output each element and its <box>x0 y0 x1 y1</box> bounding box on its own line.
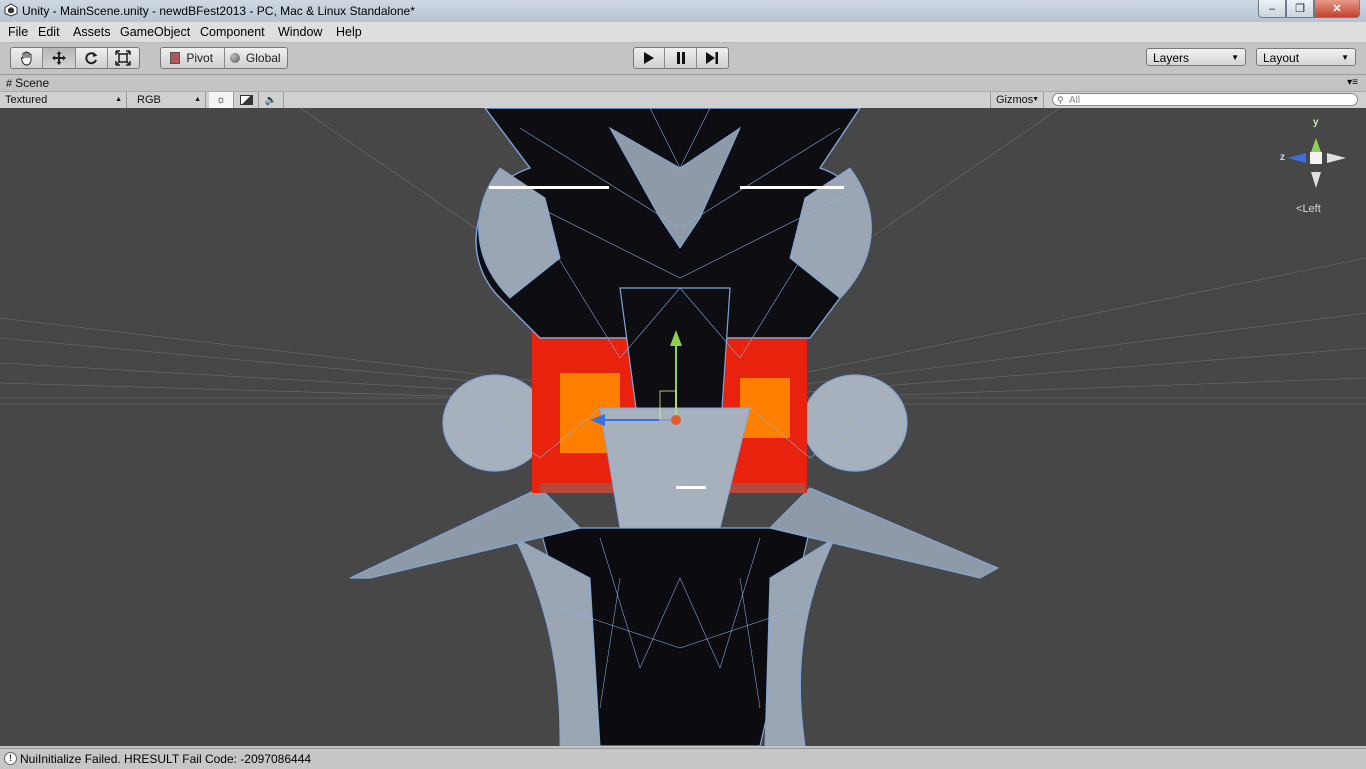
speaker-icon: 🔈 <box>264 94 278 106</box>
globe-icon <box>229 53 240 63</box>
window-title: Unity - MainScene.unity - newdBFest2013 … <box>22 4 415 18</box>
mesh-shoulder-left <box>442 374 548 472</box>
search-placeholder: All <box>1069 95 1081 106</box>
menu-component[interactable]: Component <box>200 25 265 39</box>
transform-tools <box>10 47 140 69</box>
scale-tool-button[interactable] <box>108 48 139 68</box>
rotate-tool-button[interactable] <box>76 48 108 68</box>
main-toolbar: Pivot Global Layers ▼ Layout ▼ <box>0 43 1366 75</box>
scene-viewport[interactable]: y z <Left <box>0 108 1366 746</box>
search-icon: ⚲ <box>1057 95 1064 105</box>
pivot-icon <box>170 52 181 64</box>
pause-button[interactable] <box>665 48 697 68</box>
panel-menu-icon[interactable]: ▾≡ <box>1347 77 1358 88</box>
layers-dropdown[interactable]: Layers ▼ <box>1146 48 1246 66</box>
dropdown-arrow-icon: ▼ <box>1231 53 1239 62</box>
status-bar: ! NuiInitialize Failed. HRESULT Fail Cod… <box>0 748 1366 769</box>
dropdown-arrow-icon: ▼ <box>1341 53 1349 62</box>
gizmo-center-cube <box>1310 152 1322 164</box>
updown-arrow-icon: ▲ <box>194 96 201 103</box>
scene-image-toggle[interactable] <box>234 92 259 108</box>
menu-assets[interactable]: Assets <box>73 25 111 39</box>
pivot-button[interactable]: Pivot <box>161 48 226 68</box>
step-button[interactable] <box>697 48 728 68</box>
unity-logo-icon <box>4 3 18 17</box>
scene-audio-toggle[interactable]: 🔈 <box>259 92 284 108</box>
scale-icon <box>115 50 132 66</box>
color-mode-label: RGB <box>137 94 161 106</box>
menu-bar: File Edit Assets GameObject Component Wi… <box>0 22 1366 43</box>
image-icon <box>239 95 253 105</box>
move-tool-button[interactable] <box>43 48 76 68</box>
close-icon: ✕ <box>1332 3 1342 15</box>
menu-gameobject[interactable]: GameObject <box>120 25 190 39</box>
play-icon <box>644 52 655 64</box>
window-titlebar: Unity - MainScene.unity - newdBFest2013 … <box>0 0 1366 23</box>
global-label: Global <box>245 51 281 65</box>
gizmo-z-axis-icon <box>1288 153 1306 163</box>
pause-icon <box>676 52 685 64</box>
view-orientation-text: Left <box>1302 203 1321 215</box>
render-mode-label: Textured <box>5 94 48 106</box>
gizmos-label: Gizmos <box>996 94 1034 106</box>
maximize-button[interactable]: ❐ <box>1286 0 1314 18</box>
pivot-label: Pivot <box>186 51 214 65</box>
gizmo-down-axis-icon <box>1311 172 1321 188</box>
gizmos-dropdown[interactable]: Gizmos ▼ <box>990 92 1044 108</box>
status-message[interactable]: NuiInitialize Failed. HRESULT Fail Code:… <box>20 752 311 766</box>
close-button[interactable]: ✕ <box>1314 0 1360 18</box>
hand-tool-button[interactable] <box>11 48 44 68</box>
menu-edit[interactable]: Edit <box>38 25 60 39</box>
scene-tab-bar: # Scene ▾≡ <box>0 75 1366 91</box>
gizmo-z-label: z <box>1280 152 1285 163</box>
grid-icon: # <box>6 78 13 90</box>
gizmo-back-axis-icon <box>1327 153 1346 163</box>
minimize-button[interactable]: – <box>1258 0 1286 18</box>
updown-arrow-icon: ▲ <box>115 96 122 103</box>
menu-help[interactable]: Help <box>336 25 362 39</box>
move-icon <box>51 51 66 65</box>
gizmo-y-label: y <box>1313 117 1319 128</box>
scene-lighting-toggle[interactable]: ☼ <box>209 92 234 108</box>
render-mode-dropdown[interactable]: Textured ▲ <box>0 92 127 108</box>
playback-controls <box>633 47 729 69</box>
step-icon <box>706 52 719 64</box>
white-bar-right <box>740 186 844 189</box>
tab-scene-label: Scene <box>15 76 50 90</box>
white-bar-left <box>489 186 609 189</box>
rotate-icon <box>85 52 98 65</box>
dropdown-arrow-icon: ▼ <box>1032 96 1039 103</box>
layout-label: Layout <box>1263 51 1300 65</box>
global-button[interactable]: Global <box>225 48 287 68</box>
minimize-icon: – <box>1268 2 1276 15</box>
layout-dropdown[interactable]: Layout ▼ <box>1256 48 1356 66</box>
scene-render <box>0 108 1366 746</box>
color-mode-dropdown[interactable]: RGB ▲ <box>132 92 206 108</box>
gizmo-y-axis-icon <box>1311 138 1321 152</box>
white-bar-bottom <box>676 486 706 489</box>
mesh-chest <box>599 407 751 529</box>
scene-orientation-gizmo[interactable] <box>1288 138 1346 188</box>
layers-label: Layers <box>1153 51 1190 65</box>
menu-file[interactable]: File <box>8 25 28 39</box>
view-orientation-label[interactable]: <Left <box>1296 203 1321 215</box>
mesh-shoulder-right <box>802 374 908 472</box>
scene-search-input[interactable]: ⚲ All <box>1052 93 1358 106</box>
sun-icon: ☼ <box>215 94 227 106</box>
hand-icon <box>20 51 32 66</box>
scene-toolbar: Textured ▲ RGB ▲ ☼ 🔈 Gizmos ▼ ⚲ All <box>0 91 1366 109</box>
maximize-icon: ❐ <box>1295 3 1305 15</box>
menu-window[interactable]: Window <box>278 25 322 39</box>
play-button[interactable] <box>634 48 666 68</box>
info-icon: ! <box>4 752 17 765</box>
tab-scene[interactable]: # Scene <box>6 76 49 90</box>
pivot-global-toggle: Pivot Global <box>160 47 288 69</box>
